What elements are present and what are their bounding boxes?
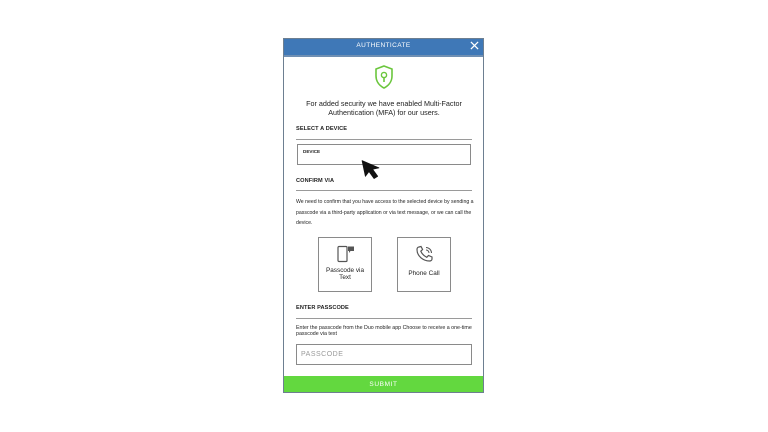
divider — [296, 318, 472, 319]
dialog-title: AUTHENTICATE — [356, 42, 411, 49]
passcode-via-text-button[interactable]: Passcode via Text — [318, 237, 372, 292]
passcode-input[interactable] — [296, 344, 472, 365]
confirm-description: We need to confirm that you have access … — [296, 199, 474, 227]
divider — [296, 139, 472, 140]
submit-button[interactable]: SUBMIT — [284, 376, 483, 392]
authenticate-dialog: AUTHENTICATE For added security we have … — [283, 38, 484, 393]
shield-keyhole-icon — [375, 65, 393, 89]
device-dropdown-label: DEVICE — [303, 149, 321, 154]
passcode-instructions: Enter the passcode from the Duo mobile a… — [296, 325, 472, 338]
phone-call-button[interactable]: Phone Call — [397, 237, 451, 292]
close-icon — [469, 41, 479, 50]
enter-passcode-label: ENTER PASSCODE — [296, 305, 349, 311]
intro-text: For added security we have enabled Multi… — [306, 99, 462, 117]
confirm-via-label: CONFIRM VIA — [296, 178, 335, 184]
passcode-via-text-label: Passcode via Text — [325, 267, 364, 282]
mouse-pointer-icon — [361, 160, 380, 179]
close-button[interactable] — [469, 41, 479, 51]
phone-sms-icon — [337, 245, 354, 263]
phone-call-label: Phone Call — [408, 270, 440, 277]
select-device-label: SELECT A DEVICE — [296, 126, 348, 132]
dialog-header: AUTHENTICATE — [284, 39, 483, 57]
divider — [296, 190, 472, 191]
phone-call-icon — [416, 245, 433, 262]
